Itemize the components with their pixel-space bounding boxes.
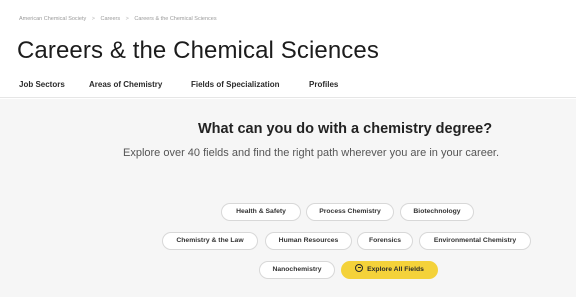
field-pill-environmental-chemistry[interactable]: Environmental Chemistry — [419, 232, 531, 250]
explore-all-fields-button[interactable]: Explore All Fields — [341, 261, 438, 279]
tab-areas-of-chemistry[interactable]: Areas of Chemistry — [89, 80, 162, 89]
breadcrumb-item-acs[interactable]: American Chemical Society — [19, 16, 86, 22]
page-header: American Chemical Society > Careers > Ca… — [0, 0, 576, 98]
field-pill-biotechnology[interactable]: Biotechnology — [400, 203, 474, 221]
field-pill-human-resources[interactable]: Human Resources — [265, 232, 352, 250]
tab-profiles[interactable]: Profiles — [309, 80, 338, 89]
breadcrumb-separator: > — [125, 16, 129, 22]
breadcrumb-separator: > — [91, 16, 95, 22]
breadcrumb-item-careers[interactable]: Careers — [101, 16, 121, 22]
circle-arrow-icon — [355, 264, 364, 272]
field-pill-chemistry-law[interactable]: Chemistry & the Law — [162, 232, 258, 250]
hero-subheading: Explore over 40 fields and find the righ… — [123, 147, 500, 159]
explore-section: What can you do with a chemistry degree?… — [0, 99, 576, 297]
tab-fields-of-specialization[interactable]: Fields of Specialization — [191, 80, 279, 89]
breadcrumb-item-current: Careers & the Chemical Sciences — [134, 16, 217, 22]
breadcrumb: American Chemical Society > Careers > Ca… — [19, 16, 217, 22]
hero-heading: What can you do with a chemistry degree? — [198, 121, 493, 137]
field-pill-forensics[interactable]: Forensics — [357, 232, 413, 250]
field-pill-health-safety[interactable]: Health & Safety — [221, 203, 301, 221]
field-pill-process-chemistry[interactable]: Process Chemistry — [306, 203, 394, 221]
page-title: Careers & the Chemical Sciences — [17, 37, 379, 64]
explore-all-fields-label: Explore All Fields — [367, 266, 424, 273]
field-pill-nanochemistry[interactable]: Nanochemistry — [259, 261, 335, 279]
tab-job-sectors[interactable]: Job Sectors — [19, 80, 65, 89]
